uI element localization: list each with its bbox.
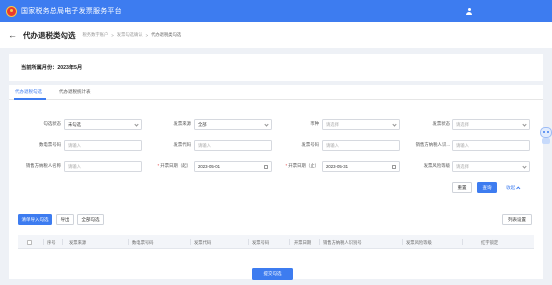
period-label: 当前所属月份： [21, 65, 58, 71]
chevron-down-icon [392, 121, 397, 127]
breadcrumb-separator: > [145, 32, 149, 38]
column-divider [462, 239, 463, 245]
digital-invoice-no-label: 数电票号码 [39, 142, 61, 147]
breadcrumb-separator: > [111, 32, 114, 38]
invoice-code-placeholder: 请输入 [198, 142, 211, 148]
calendar-icon [264, 165, 268, 169]
calendar-icon [392, 165, 396, 169]
digital-invoice-no-placeholder: 请输入 [68, 142, 81, 148]
column-divider [190, 239, 191, 245]
import-select-button[interactable]: 清单导入勾选 [18, 214, 52, 225]
seller-tax-id-placeholder: 请输入 [456, 142, 469, 148]
export-button[interactable]: 导出 [56, 214, 74, 225]
currency-label: 币种 [310, 121, 319, 126]
required-mark: * [285, 163, 288, 168]
currency-placeholder: 请选择 [326, 121, 339, 127]
tab-bar: 代办退税勾选 代办退税统计表 [9, 85, 543, 100]
invoice-no-label: 发票号码 [301, 142, 319, 147]
column-divider [62, 239, 63, 245]
required-mark: * [157, 163, 160, 168]
select-all-button[interactable]: 全部勾选 [77, 214, 104, 225]
invoice-source-value: 全部 [198, 121, 207, 127]
chevron-down-icon [522, 121, 527, 127]
risk-level-label: 发票风险等级 [423, 163, 450, 168]
column-header: 发票风险等级 [406, 239, 432, 245]
active-tab-indicator [14, 98, 46, 100]
column-header: 发票号码 [252, 239, 270, 245]
breadcrumb-current: 代办退税类勾选 [151, 32, 182, 37]
column-header: 发票来源 [69, 239, 87, 245]
invoice-code-label: 发票代码 [173, 142, 191, 147]
invoice-status-select[interactable]: 请选择 [452, 119, 530, 130]
platform-title: 国家税务总局电子发票服务平台 [21, 8, 122, 15]
date-start-label: *开票日期（起） [145, 163, 191, 169]
status-value: 未勾选 [68, 121, 81, 127]
national-emblem-icon [6, 5, 17, 17]
column-header: 销售方纳税人识别号 [323, 239, 362, 245]
date-start-picker[interactable]: 2023-05-01 [194, 161, 272, 172]
invoice-no-placeholder: 请输入 [326, 142, 339, 148]
risk-level-select[interactable]: 请选择 [452, 161, 530, 172]
column-divider [248, 239, 249, 245]
column-settings-button[interactable]: 列表设置 [502, 214, 532, 225]
risk-level-placeholder: 请选择 [456, 163, 469, 169]
column-divider [402, 239, 403, 245]
date-start-value: 2023-05-01 [198, 164, 220, 169]
assistant-robot-icon[interactable] [540, 127, 552, 145]
column-divider [289, 239, 290, 245]
column-header: 红字锁定 [481, 239, 499, 245]
collapse-label: 收起 [506, 184, 516, 190]
invoice-source-select[interactable]: 全部 [194, 119, 272, 130]
status-select[interactable]: 未勾选 [64, 119, 142, 130]
date-end-label-text: 开票日期（止） [288, 163, 319, 168]
invoice-status-label: 发票状态 [432, 121, 450, 126]
page-header: ← 代办退税类勾选 税务数字账户 > 发票勾选确认 > 代办退税类勾选 [0, 22, 552, 48]
column-header: 发票代码 [194, 239, 212, 245]
invoice-source-label: 发票来源 [173, 121, 191, 126]
table-header: 序号 发票来源 数电票号码 发票代码 发票号码 开票日期 销售方纳税人识别号 发… [18, 235, 534, 249]
invoice-status-placeholder: 请选择 [456, 121, 469, 127]
currency-select[interactable]: 请选择 [322, 119, 400, 130]
chevron-down-icon [264, 121, 269, 127]
column-header: 序号 [47, 239, 56, 245]
digital-invoice-no-input[interactable]: 请输入 [64, 140, 142, 151]
main-card: 代办退税勾选 代办退税统计表 勾选状态 未勾选 发票来源 全部 币种 请选择 发… [9, 85, 543, 279]
page-title: 代办退税类勾选 [23, 30, 76, 40]
breadcrumb-item[interactable]: 发票勾选确认 [117, 32, 143, 38]
date-end-picker[interactable]: 2023-05-31 [322, 161, 400, 172]
breadcrumb-item[interactable]: 税务数字账户 [83, 32, 109, 38]
seller-name-label: 销售方纳税人名称 [25, 163, 61, 168]
column-divider [128, 239, 129, 245]
chevron-down-icon [522, 163, 527, 169]
date-end-value: 2023-05-31 [326, 164, 348, 169]
seller-tax-id-input[interactable]: 请输入 [452, 140, 530, 151]
date-start-label-text: 开票日期（起） [160, 163, 191, 168]
reset-button[interactable]: 重置 [452, 182, 472, 193]
back-arrow-icon[interactable]: ← [8, 30, 17, 40]
date-end-label: *开票日期（止） [273, 163, 319, 169]
chevron-down-icon [134, 121, 139, 127]
status-label: 勾选状态 [43, 121, 61, 126]
submit-selection-button[interactable]: 提交勾选 [252, 268, 293, 280]
column-divider [319, 239, 320, 245]
user-icon[interactable] [466, 8, 472, 15]
current-period: 当前所属月份： 2023年5月 [9, 54, 543, 81]
chevron-up-icon [516, 186, 521, 190]
seller-tax-id-label: 销售方纳税人识... [415, 142, 450, 147]
collapse-button[interactable]: 收起 [501, 182, 525, 193]
seller-name-input[interactable]: 请输入 [64, 161, 142, 172]
invoice-code-input[interactable]: 请输入 [194, 140, 272, 151]
select-all-checkbox[interactable] [27, 239, 32, 245]
breadcrumb: 税务数字账户 > 发票勾选确认 > 代办退税类勾选 [83, 32, 182, 38]
search-button[interactable]: 查询 [477, 182, 497, 193]
period-value: 2023年5月 [57, 65, 83, 71]
column-header: 开票日期 [294, 239, 312, 245]
column-divider [43, 239, 44, 245]
invoice-no-input[interactable]: 请输入 [322, 140, 400, 151]
tab-refund-stats[interactable]: 代办退税统计表 [59, 89, 91, 95]
seller-name-placeholder: 请输入 [68, 163, 81, 169]
column-header: 数电票号码 [132, 239, 154, 245]
tab-refund-select[interactable]: 代办退税勾选 [15, 89, 42, 95]
